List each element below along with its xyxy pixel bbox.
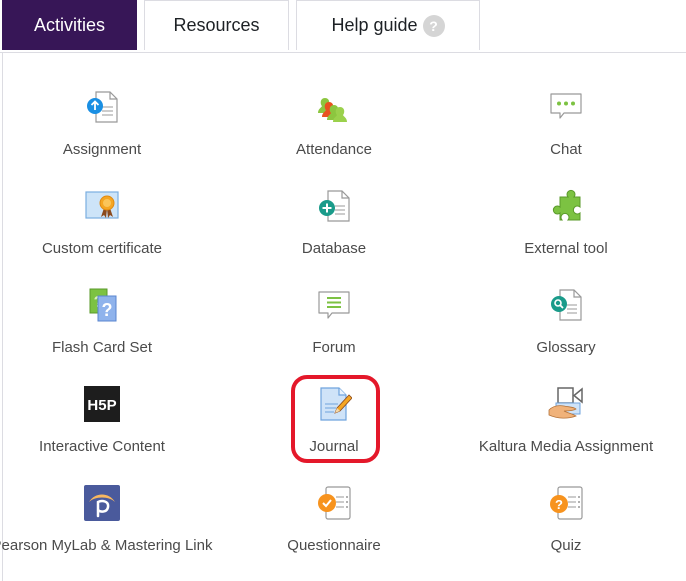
activity-label: External tool (524, 240, 608, 257)
tab-help-guide-label: Help guide (331, 15, 418, 35)
tab-resources-label: Resources (173, 15, 260, 35)
activity-label: Assignment (62, 141, 142, 158)
activity-label: Database (301, 240, 367, 257)
tab-activities[interactable]: Activities (2, 0, 137, 50)
forum-icon (318, 291, 350, 319)
activity-label: Pearson MyLab & Mastering Link (0, 537, 213, 554)
chat-icon (550, 93, 582, 119)
attendance-icon (318, 98, 347, 122)
questionnaire-icon (318, 486, 351, 520)
kaltura-media-icon (548, 387, 583, 419)
svg-text:?: ? (102, 300, 113, 320)
quiz-icon: ? (550, 486, 583, 520)
tab-help-guide[interactable]: Help guide? (296, 0, 480, 50)
activity-label: Forum (312, 339, 356, 356)
h5p-icon: H5P (84, 386, 120, 422)
quiz-icon-glyph: ? (555, 497, 563, 512)
activity-label: Interactive Content (39, 438, 165, 455)
certificate-icon (85, 191, 119, 219)
activity-label: Kaltura Media Assignment (478, 438, 654, 455)
activity-label: Attendance (296, 141, 372, 158)
activity-label: Questionnaire (287, 537, 381, 554)
puzzle-icon (552, 189, 581, 221)
activity-tabs: Activities Resources Help guide? (0, 0, 686, 53)
help-question-icon: ? (422, 14, 445, 37)
glossary-icon (551, 289, 582, 321)
tab-activities-label: Activities (33, 15, 105, 35)
activity-label: Flash Card Set (51, 339, 153, 356)
activity-label: Quiz (550, 537, 582, 554)
flashcard-icon: ? ? (89, 288, 117, 322)
pearson-icon (84, 485, 120, 521)
activity-label: Glossary (536, 339, 596, 356)
tab-resources[interactable]: Resources (144, 0, 289, 50)
activity-label: Custom certificate (41, 240, 163, 257)
assignment-icon (87, 91, 118, 123)
journal-highlight-box (291, 375, 380, 463)
h5p-icon-text: H5P (87, 397, 116, 414)
activity-label: Chat (550, 141, 582, 158)
panel-border (2, 52, 3, 581)
database-icon (319, 190, 350, 222)
